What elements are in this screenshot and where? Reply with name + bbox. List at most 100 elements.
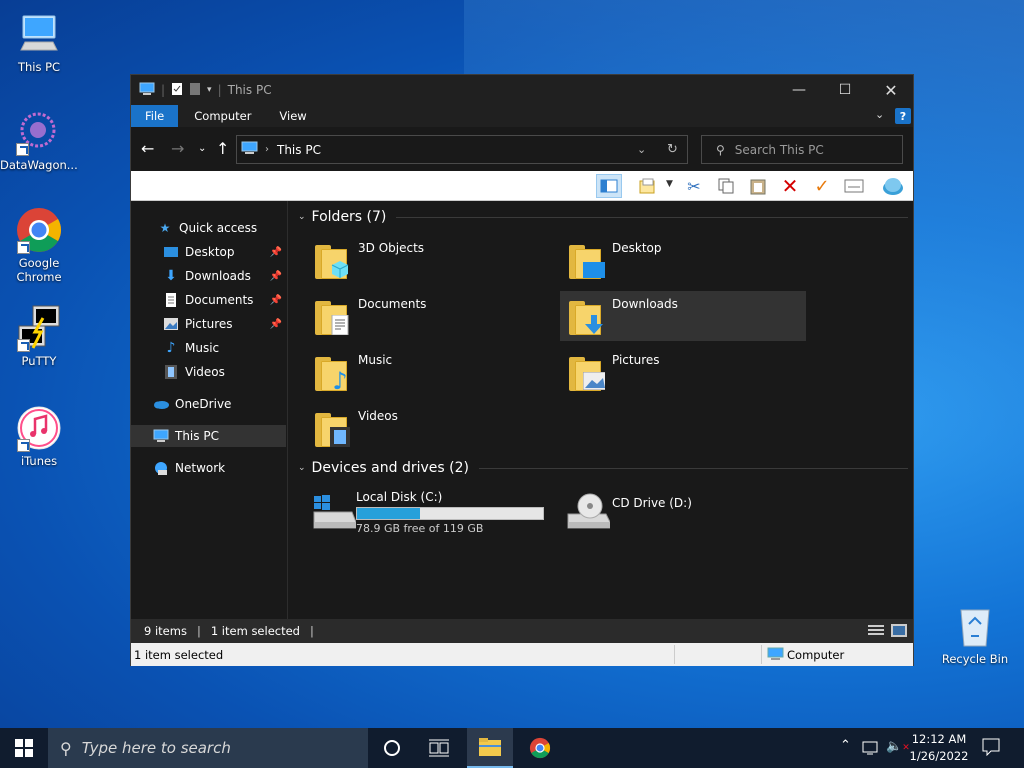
shell-globe-icon[interactable] — [880, 174, 906, 198]
folder-pictures[interactable]: Pictures — [560, 347, 806, 397]
download-arrow-icon: ⬇ — [165, 268, 177, 284]
close-button[interactable]: ✕ — [868, 75, 914, 105]
nav-item-documents[interactable]: Documents 📌 — [131, 289, 286, 311]
drive-cd-d[interactable]: CD Drive (D:) — [560, 488, 806, 540]
tab-computer[interactable]: Computer — [178, 105, 265, 127]
details-pane-icon[interactable] — [596, 174, 622, 198]
folder-label: Desktop — [612, 241, 662, 255]
help-icon[interactable]: ? — [895, 108, 911, 124]
nav-item-videos[interactable]: Videos — [131, 361, 286, 383]
nav-label: Downloads — [185, 269, 251, 283]
preview-pane-icon[interactable] — [635, 174, 661, 198]
clock-date: 1/26/2022 — [909, 749, 969, 763]
folder-label: 3D Objects — [358, 241, 425, 255]
document-icon — [163, 292, 179, 308]
nav-item-network[interactable]: Network — [131, 457, 286, 479]
music-note-icon: ♪ — [332, 367, 348, 395]
cortana-button[interactable] — [369, 728, 415, 768]
task-view-icon — [429, 739, 449, 757]
drive-local-disk-c[interactable]: Local Disk (C:) 78.9 GB free of 119 GB — [306, 488, 556, 540]
details-view-icon[interactable] — [868, 624, 884, 640]
folder-label: Downloads — [612, 297, 678, 311]
folder-documents[interactable]: Documents — [306, 291, 552, 341]
layout-dropdown-icon[interactable]: ▼ — [666, 179, 673, 189]
notification-center-icon[interactable] — [982, 738, 1000, 759]
collapse-chevron-icon[interactable]: ⌄ — [298, 463, 306, 473]
devices-group-header[interactable]: ⌄ Devices and drives (2) — [298, 460, 908, 476]
shortcut-arrow-icon — [17, 241, 30, 254]
large-icons-view-icon[interactable] — [891, 624, 907, 640]
nav-item-pictures[interactable]: Pictures 📌 — [131, 313, 286, 335]
forward-arrow-icon[interactable]: → — [171, 141, 184, 157]
tab-view[interactable]: View — [265, 105, 320, 127]
tab-file[interactable]: File — [131, 105, 179, 127]
nav-item-desktop[interactable]: Desktop 📌 — [131, 241, 286, 263]
taskbar-chrome[interactable] — [517, 728, 563, 768]
desktop-icon-recycle-bin[interactable]: Recycle Bin — [937, 602, 1013, 666]
rename-check-icon[interactable]: ✓ — [809, 174, 835, 198]
paste-icon[interactable] — [745, 174, 771, 198]
window-title: This PC — [227, 83, 272, 97]
address-bar[interactable]: › This PC ⌄ ↻ — [236, 135, 688, 164]
folder-videos[interactable]: Videos — [306, 403, 552, 453]
nav-item-downloads[interactable]: ⬇ Downloads 📌 — [131, 265, 286, 287]
desktop-icon-putty[interactable]: PuTTY — [1, 304, 77, 368]
nav-item-this-pc[interactable]: This PC — [131, 425, 286, 447]
delete-icon[interactable]: ✕ — [777, 174, 803, 198]
taskbar-search-input[interactable]: ⚲ Type here to search — [48, 728, 368, 768]
command-toolbar: ▼ ✂ ✕ ✓ — [131, 171, 913, 201]
copy-icon[interactable] — [713, 174, 739, 198]
network-status-icon[interactable] — [862, 740, 880, 759]
folder-music[interactable]: ♪ Music — [306, 347, 552, 397]
shortcut-arrow-icon — [16, 143, 29, 156]
desktop-icon-this-pc[interactable]: This PC — [1, 10, 77, 74]
desktop-icon-google-chrome[interactable]: Google Chrome — [1, 206, 77, 284]
breadcrumb-separator-icon[interactable]: › — [265, 144, 269, 155]
recent-locations-chevron-icon[interactable]: ⌄ — [198, 141, 206, 157]
search-icon: ⚲ — [60, 738, 72, 758]
nav-label: Videos — [185, 365, 225, 379]
maximize-button[interactable]: ☐ — [822, 75, 868, 105]
itunes-icon — [15, 404, 63, 452]
cut-icon[interactable]: ✂ — [681, 174, 707, 198]
nav-label: OneDrive — [175, 397, 232, 411]
folder-desktop[interactable]: Desktop — [560, 235, 806, 285]
back-arrow-icon[interactable]: ← — [141, 141, 154, 157]
breadcrumb[interactable]: This PC — [277, 143, 321, 157]
item-count: 9 items — [144, 624, 187, 638]
search-input[interactable]: ⚲ Search This PC — [701, 135, 903, 164]
folder-icon — [315, 409, 350, 447]
windows-logo-icon — [15, 739, 33, 757]
properties-card-icon[interactable] — [841, 174, 867, 198]
document-icon — [329, 315, 351, 335]
start-button[interactable] — [0, 728, 48, 768]
music-note-icon: ♪ — [166, 340, 176, 356]
folders-group-header[interactable]: ⌄ Folders (7) — [298, 209, 908, 225]
refresh-icon[interactable]: ↻ — [667, 142, 678, 157]
address-dropdown-icon[interactable]: ⌄ — [637, 143, 646, 156]
customize-toolbar-chevron-icon[interactable]: ▾ — [207, 85, 212, 95]
datawagon-icon — [14, 108, 62, 156]
expand-ribbon-chevron-icon[interactable]: ⌄ — [875, 108, 884, 121]
collapse-chevron-icon[interactable]: ⌄ — [298, 212, 306, 222]
content-pane: ⌄ Folders (7) 3D Objects Desktop Documen… — [288, 201, 913, 619]
clock[interactable]: 12:12 AM 1/26/2022 — [905, 731, 973, 765]
taskbar-file-explorer[interactable] — [467, 728, 513, 768]
desktop-icon-datawagon[interactable]: DataWagon... — [0, 108, 78, 172]
nav-item-onedrive[interactable]: OneDrive — [131, 393, 286, 415]
minimize-button[interactable]: — — [776, 75, 822, 105]
nav-item-quick-access[interactable]: ★ Quick access — [131, 217, 286, 239]
folder-icon — [479, 738, 501, 756]
desktop-icon-label: PuTTY — [21, 354, 57, 368]
properties-icon[interactable] — [171, 82, 183, 99]
folder-downloads[interactable]: Downloads — [560, 291, 806, 341]
desktop-icon-itunes[interactable]: iTunes — [1, 404, 77, 468]
new-folder-icon[interactable] — [189, 82, 201, 99]
nav-item-music[interactable]: ♪ Music — [131, 337, 286, 359]
search-placeholder: Type here to search — [81, 739, 231, 757]
folder-3d-objects[interactable]: 3D Objects — [306, 235, 552, 285]
folder-label: Documents — [358, 297, 427, 311]
show-hidden-icons-chevron-icon[interactable]: ⌃ — [840, 738, 851, 753]
task-view-button[interactable] — [416, 728, 462, 768]
up-arrow-icon[interactable]: ↑ — [216, 141, 229, 157]
